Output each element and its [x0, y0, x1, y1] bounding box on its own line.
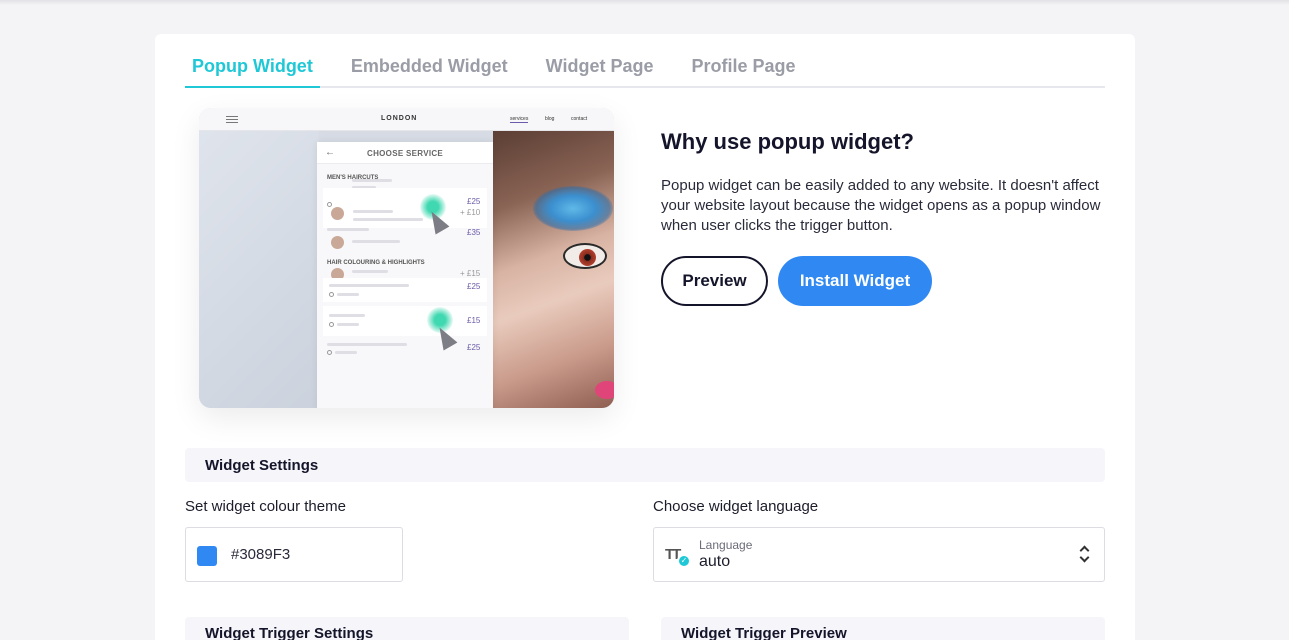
preview-line [352, 270, 388, 273]
preview-line [327, 343, 407, 346]
preview-row: £25 [323, 278, 487, 302]
preview-nav-link: blog [545, 116, 555, 122]
info-description: Popup widget can be easily added to any … [661, 177, 1101, 234]
info-title: Why use popup widget? [661, 129, 914, 154]
preview-avatar [331, 236, 344, 249]
preview-makeup [533, 186, 613, 231]
language-field-label: Language [699, 538, 753, 552]
preview-price: £15 [467, 316, 481, 325]
preview-line [329, 284, 409, 287]
preview-price: £25 [467, 343, 481, 352]
menu-icon [226, 116, 238, 123]
preview-line [353, 210, 393, 213]
preview-line [352, 179, 392, 182]
tab-popup-widget[interactable]: Popup Widget [185, 52, 320, 88]
trigger-settings-title: Widget Trigger Settings [205, 625, 374, 640]
preview-avatar [331, 207, 344, 220]
preview-line [353, 218, 423, 221]
preview-dot [327, 202, 332, 207]
tab-embedded-widget[interactable]: Embedded Widget [344, 52, 515, 88]
preview-service-panel: ← CHOOSE SERVICE MEN'S HAIRCUTS £25 + £1… [317, 142, 493, 408]
preview-background [199, 131, 319, 408]
back-arrow-icon: ← [325, 147, 335, 158]
preview-nav-link: services [510, 116, 529, 123]
popup-preview-illustration: LONDON services blog contact ← CHOOSE SE… [199, 108, 614, 408]
preview-row: £25 + £10 [323, 188, 487, 228]
colour-swatch[interactable] [197, 546, 217, 566]
preview-nav-link: contact [571, 116, 588, 122]
preview-line [335, 351, 357, 354]
preview-iris [579, 249, 596, 266]
preview-line [329, 314, 365, 317]
preview-line [327, 228, 369, 231]
check-icon: ✓ [677, 554, 691, 568]
preview-price: £35 [467, 228, 481, 237]
preview-line [337, 323, 359, 326]
language-select[interactable]: TT ✓ Language auto [653, 527, 1105, 582]
colour-theme-input[interactable]: #3089F3 [185, 527, 403, 582]
preview-section-title: HAIR COLOURING & HIGHLIGHTS [327, 260, 425, 266]
trigger-preview-header: Widget Trigger Preview [661, 617, 1105, 640]
section-title: Widget Settings [205, 457, 319, 474]
language-label: Choose widget language [653, 498, 819, 515]
preview-price: + £10 [460, 208, 481, 217]
preview-navbar: LONDON services blog contact [199, 108, 614, 131]
preview-dot [327, 350, 332, 355]
preview-dot [329, 322, 334, 327]
preview-dot [329, 292, 334, 297]
trigger-settings-header: Widget Trigger Settings [185, 617, 629, 640]
preview-eye [563, 243, 607, 269]
preview-logo: LONDON [381, 115, 418, 122]
preview-row: £15 [323, 306, 487, 336]
tab-profile-page[interactable]: Profile Page [685, 52, 803, 88]
preview-panel-header: ← CHOOSE SERVICE [317, 142, 493, 164]
preview-line [337, 293, 359, 296]
preview-panel-title: CHOOSE SERVICE [367, 149, 444, 158]
top-shadow [0, 0, 1289, 5]
widget-tabs: Popup Widget Embedded Widget Widget Page… [185, 52, 1105, 88]
colour-value: #3089F3 [231, 546, 291, 563]
preview-button[interactable]: Preview [661, 256, 768, 306]
language-icon: TT ✓ [665, 546, 693, 568]
install-widget-button[interactable]: Install Widget [778, 256, 932, 306]
preview-lips [595, 381, 614, 399]
preview-photo [493, 131, 614, 408]
widget-settings-header: Widget Settings [185, 448, 1105, 482]
preview-price: £25 [467, 282, 481, 291]
preview-price: £25 [467, 197, 481, 206]
preview-price: + £15 [460, 269, 481, 278]
select-arrows-icon [1079, 544, 1090, 566]
colour-theme-label: Set widget colour theme [185, 498, 346, 515]
trigger-preview-title: Widget Trigger Preview [681, 625, 847, 640]
preview-line [352, 240, 400, 243]
tab-widget-page[interactable]: Widget Page [539, 52, 661, 88]
widget-card: Popup Widget Embedded Widget Widget Page… [155, 34, 1135, 640]
language-value: auto [699, 553, 731, 570]
